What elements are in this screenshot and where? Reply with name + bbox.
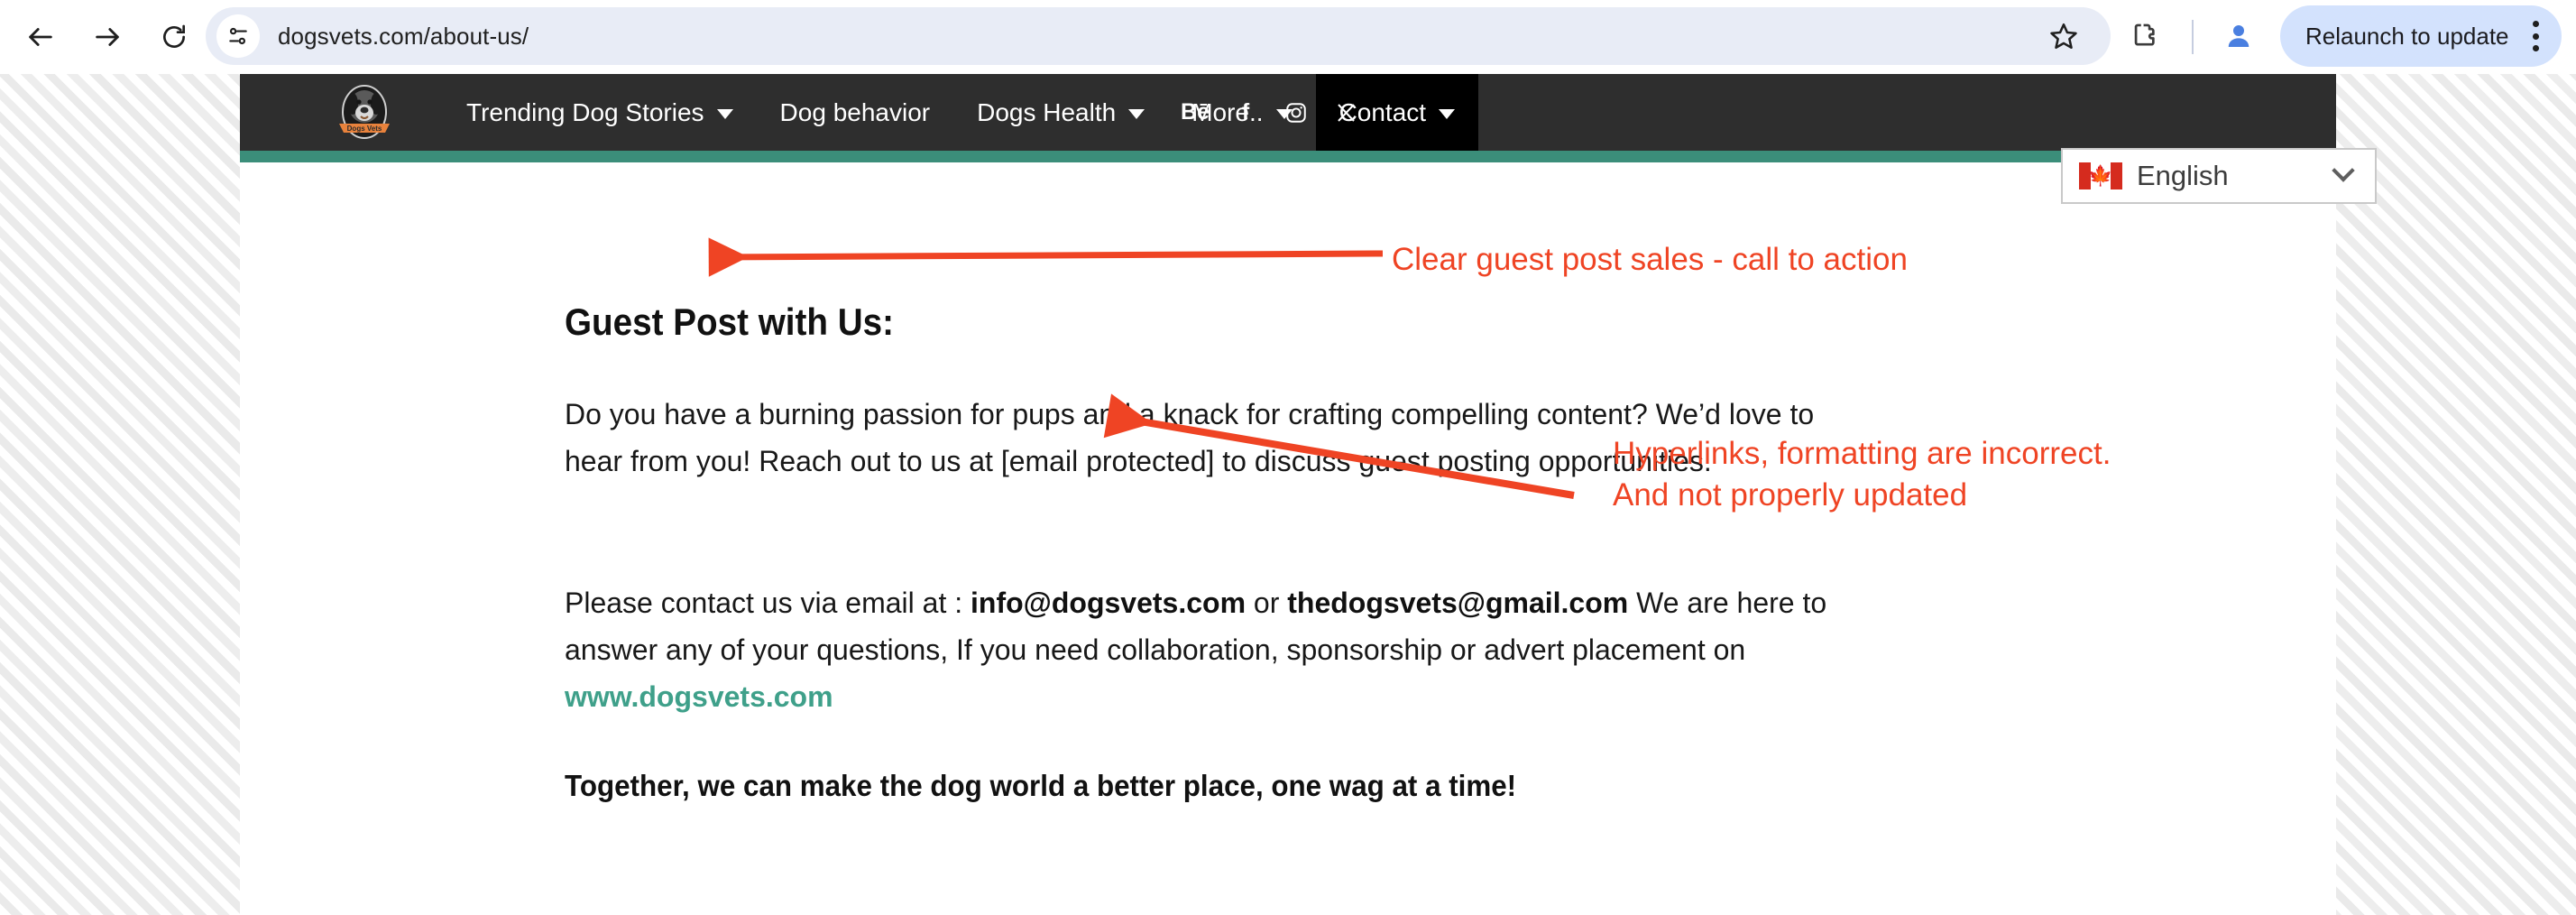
three-dot-menu-icon[interactable] [2524, 21, 2547, 51]
person-avatar-icon [2228, 25, 2249, 47]
forward-button[interactable] [79, 9, 135, 65]
email-info: info@dogsvets.com [971, 587, 1247, 619]
chevron-down-icon [716, 108, 733, 119]
chevron-down-icon[interactable] [2332, 159, 2355, 182]
nav-item-trending-dog-stories[interactable]: Trending Dog Stories [443, 74, 757, 151]
puzzle-piece-icon [2134, 23, 2155, 46]
site-logo[interactable]: Dogs Vets [334, 82, 395, 143]
address-bar[interactable]: dogsvets.com/about-us/ [206, 7, 2111, 65]
social-icon-group: Bē f [1181, 74, 1358, 151]
svg-text:Dogs Vets: Dogs Vets [347, 125, 382, 133]
contact-lead-text: Please contact us via email at : [565, 587, 971, 619]
page-title-guest-post: Guest Post with Us: [565, 300, 894, 343]
chevron-down-icon [1128, 108, 1145, 119]
nav-item-dogs-health[interactable]: Dogs Health [953, 74, 1168, 151]
nav-item-label: Dogs Health [977, 97, 1117, 126]
browser-toolbar: dogsvets.com/about-us/ Relaunch to updat… [0, 0, 2576, 74]
instagram-icon[interactable] [1284, 99, 1308, 126]
arrow-right-icon [96, 28, 119, 46]
behance-icon[interactable]: Bē [1181, 99, 1210, 126]
facebook-icon[interactable]: f [1234, 99, 1257, 126]
dogs-vets-logo-icon: Dogs Vets [339, 85, 390, 139]
reload-icon [163, 24, 185, 48]
site-info-button[interactable] [216, 14, 260, 58]
teal-accent-strip [240, 151, 2336, 162]
nav-item-label: Trending Dog Stories [466, 97, 704, 126]
arrow-left-icon [29, 28, 52, 46]
page-settings-icon [229, 27, 247, 45]
canada-flag-icon: 🍁 [2079, 162, 2122, 189]
nav-item-dog-behavior[interactable]: Dog behavior [757, 74, 954, 151]
twitter-x-icon[interactable] [1335, 99, 1358, 126]
language-selector[interactable]: 🍁 English [2061, 148, 2377, 204]
email-thedogsvets: thedogsvets@gmail.com [1287, 587, 1629, 619]
nav-item-label: Dog behavior [779, 97, 931, 126]
paragraph-intro: Do you have a burning passion for pups a… [565, 398, 1815, 477]
relaunch-label: Relaunch to update [2305, 22, 2509, 50]
reload-button[interactable] [146, 9, 202, 65]
relaunch-to-update-button[interactable]: Relaunch to update [2280, 5, 2562, 67]
site-navigation-bar: Dogs Vets Trending Dog Stories Dog behav… [240, 74, 2336, 151]
language-selected-label: English [2137, 160, 2229, 191]
url-text[interactable]: dogsvets.com/about-us/ [278, 23, 529, 51]
toolbar-divider [2192, 20, 2194, 54]
paragraph-together: Together, we can make the dog world a be… [565, 769, 1517, 802]
link-dogsvets-website[interactable]: www.dogsvets.com [565, 680, 833, 713]
contact-conjunction: or [1246, 587, 1288, 619]
page-viewport: Dogs Vets Trending Dog Stories Dog behav… [0, 74, 2576, 915]
paragraph-contact: Please contact us via email at : info@do… [565, 579, 1881, 720]
chevron-down-icon [1439, 108, 1456, 119]
bookmark-button[interactable] [2035, 7, 2093, 65]
site-content-column: Dogs Vets Trending Dog Stories Dog behav… [240, 74, 2336, 915]
star-icon [2050, 23, 2077, 50]
back-button[interactable] [13, 9, 69, 65]
profile-button[interactable] [2217, 14, 2260, 58]
extensions-button[interactable] [2121, 13, 2168, 60]
